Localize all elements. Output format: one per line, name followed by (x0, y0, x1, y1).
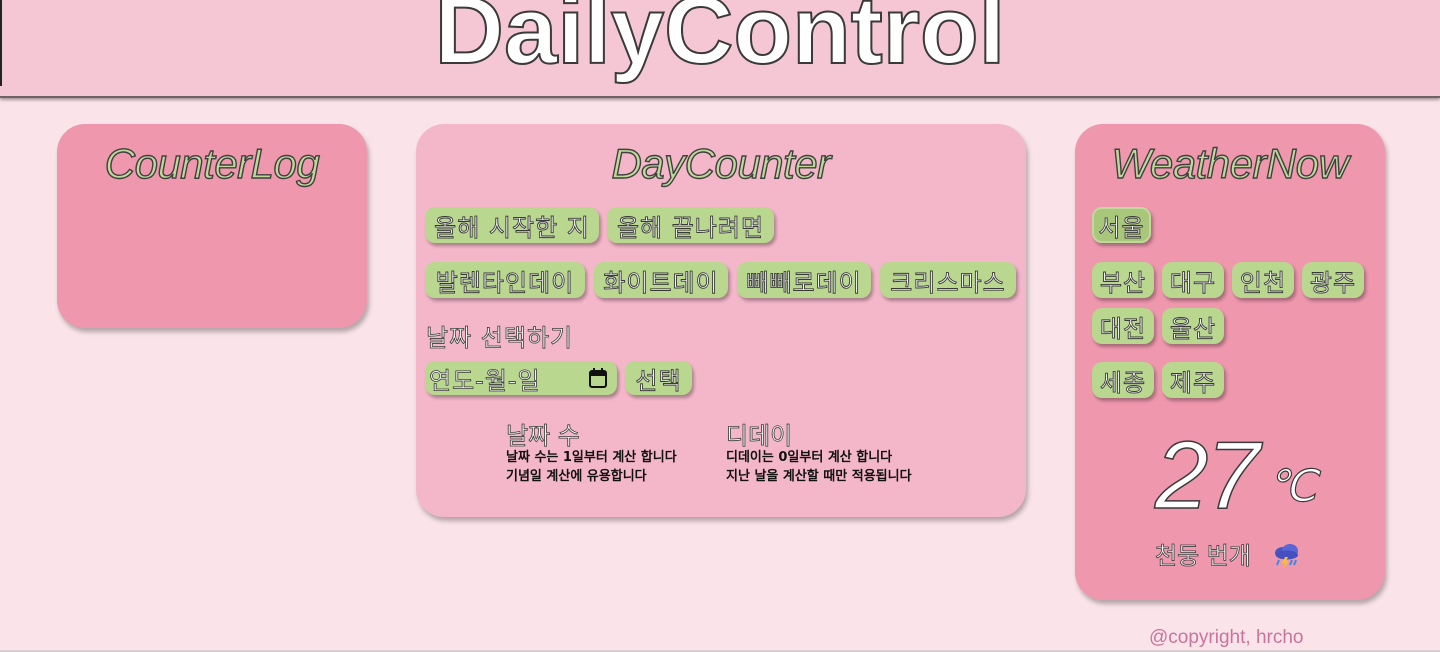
thunderstorm-rain-cloud-icon (1275, 544, 1298, 569)
daycounter-title: DayCounter (611, 139, 832, 187)
temperature-unit: ℃ (1266, 461, 1317, 511)
year-start-button[interactable]: 올해 시작한 지 (425, 207, 599, 243)
temperature-display: 27 ℃ (1154, 422, 1355, 529)
city-button-jeju[interactable]: 제주 (1162, 362, 1224, 398)
counterlog-card: CounterLog (57, 124, 367, 328)
calendar-icon[interactable] (589, 368, 607, 388)
counterlog-title: CounterLog (104, 139, 320, 187)
select-date-button[interactable]: 선택 (625, 361, 692, 395)
christmas-button[interactable]: 크리스마스 (880, 262, 1016, 298)
city-button-gwangju[interactable]: 광주 (1302, 262, 1364, 298)
city-button-sejong[interactable]: 세종 (1092, 362, 1154, 398)
valentines-day-button[interactable]: 발렌타인데이 (425, 262, 585, 298)
days-count-description-2: 기념일 계산에 유용합니다 (506, 469, 647, 484)
days-count-title: 날짜 수 (506, 422, 581, 451)
city-button-daegu[interactable]: 대구 (1162, 262, 1224, 298)
site-title: DailyControl (434, 0, 1007, 85)
date-input-placeholder: 연도-월-일 (429, 366, 541, 395)
city-button-ulsan[interactable]: 울산 (1162, 308, 1224, 344)
daycounter-card: DayCounter 올해 시작한 지 올해 끝나려면 발렌타인데이 화이트데이… (416, 124, 1026, 517)
year-end-button[interactable]: 올해 끝나려면 (607, 207, 774, 243)
dday-title: 디데이 (726, 422, 793, 451)
pepero-day-button[interactable]: 빼빼로데이 (737, 262, 871, 298)
weather-description: 천둥 번개 (1155, 542, 1252, 571)
white-day-button[interactable]: 화이트데이 (594, 262, 728, 298)
weather-title: WeatherNow (1111, 139, 1350, 187)
days-count-description-1: 날짜 수는 1일부터 계산 합니다 (506, 450, 677, 465)
weather-card: WeatherNow 서울 부산 대구 인천 광주 대전 울산 세종 제주 27… (1075, 124, 1385, 600)
date-input[interactable]: 연도-월-일 (425, 361, 617, 395)
city-button-incheon[interactable]: 인천 (1232, 262, 1294, 298)
dday-description-1: 디데이는 0일부터 계산 합니다 (726, 450, 893, 465)
site-header: DailyControl (0, 0, 1440, 98)
city-button-seoul[interactable]: 서울 (1092, 207, 1151, 243)
temperature-value: 27 (1154, 422, 1260, 529)
date-select-label: 날짜 선택하기 (426, 324, 574, 353)
city-button-busan[interactable]: 부산 (1092, 262, 1154, 298)
dday-description-2: 지난 날을 계산할 때만 적용됩니다 (726, 469, 912, 484)
copyright-text: @copyright, hrcho (1149, 627, 1304, 648)
city-button-daejeon[interactable]: 대전 (1092, 308, 1154, 344)
